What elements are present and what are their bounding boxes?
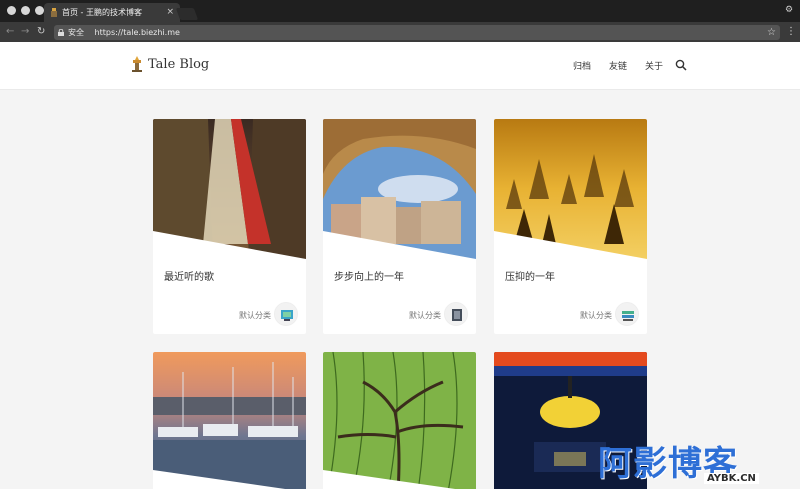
back-icon[interactable]: ←	[6, 25, 14, 39]
browser-titlebar: 首页 - 王鹏的技术博客 × ⚙	[0, 0, 800, 22]
post-title[interactable]: 最近听的歌	[164, 268, 214, 283]
address-bar[interactable]: 安全 https://tale.biezhi.me ☆	[54, 25, 780, 40]
profile-icon[interactable]: ⚙	[784, 5, 794, 15]
book-icon[interactable]	[444, 302, 468, 326]
post-card[interactable]: 步步向上的一年 默认分类	[323, 119, 476, 334]
post-category[interactable]: 默认分类	[239, 310, 271, 321]
main-nav: 归档 友链 关于	[573, 59, 663, 72]
secure-label: 安全	[68, 28, 84, 37]
favicon-icon	[51, 8, 57, 17]
post-title[interactable]: 压抑的一年	[505, 268, 555, 283]
watermark-sub: AYBK.CN	[704, 473, 759, 484]
post-cover-image	[153, 352, 306, 489]
close-window-button[interactable]	[7, 6, 16, 15]
tab-title: 首页 - 王鹏的技术博客	[62, 8, 142, 17]
post-card[interactable]: 压抑的一年 默认分类	[494, 119, 647, 334]
nav-about[interactable]: 关于	[645, 59, 663, 72]
maximize-window-button[interactable]	[35, 6, 44, 15]
post-card[interactable]	[323, 352, 476, 489]
forward-icon[interactable]: →	[21, 25, 29, 39]
post-category[interactable]: 默认分类	[580, 310, 612, 321]
minimize-window-button[interactable]	[21, 6, 30, 15]
nav-archive[interactable]: 归档	[573, 59, 591, 72]
browser-menu-icon[interactable]: ⋮	[786, 25, 796, 39]
browser-window: 首页 - 王鹏的技术博客 × ⚙ ← → ↻ 安全 https://tale.b…	[0, 0, 800, 489]
logo-icon	[132, 56, 142, 72]
logo-text: Tale Blog	[148, 56, 210, 72]
screen-icon[interactable]	[274, 302, 298, 326]
watermark-logo: 阿影博客 AYBK.CN	[598, 436, 798, 486]
lock-icon	[58, 29, 64, 36]
search-icon[interactable]	[675, 59, 687, 71]
nav-links[interactable]: 友链	[609, 59, 627, 72]
post-title[interactable]: 步步向上的一年	[334, 268, 404, 283]
browser-tab[interactable]: 首页 - 王鹏的技术博客 ×	[44, 3, 180, 22]
tab-close-icon[interactable]: ×	[166, 3, 174, 22]
post-cover-image	[153, 119, 306, 259]
window-controls	[7, 6, 44, 15]
post-cover-image	[494, 119, 647, 259]
post-cover-image	[323, 352, 476, 489]
post-category[interactable]: 默认分类	[409, 310, 441, 321]
post-cover-image	[323, 119, 476, 259]
browser-toolbar: ← → ↻ 安全 https://tale.biezhi.me ☆ ⋮	[0, 22, 800, 42]
reload-icon[interactable]: ↻	[37, 25, 45, 39]
layers-icon[interactable]	[615, 302, 639, 326]
site-header: Tale Blog 归档 友链 关于	[0, 42, 800, 90]
bookmark-star-icon[interactable]: ☆	[767, 25, 776, 40]
post-card[interactable]: 最近听的歌 默认分类	[153, 119, 306, 334]
new-tab-button[interactable]	[175, 8, 199, 20]
url-text[interactable]: https://tale.biezhi.me	[95, 28, 180, 37]
post-card[interactable]	[153, 352, 306, 489]
site-logo[interactable]: Tale Blog	[130, 56, 209, 72]
